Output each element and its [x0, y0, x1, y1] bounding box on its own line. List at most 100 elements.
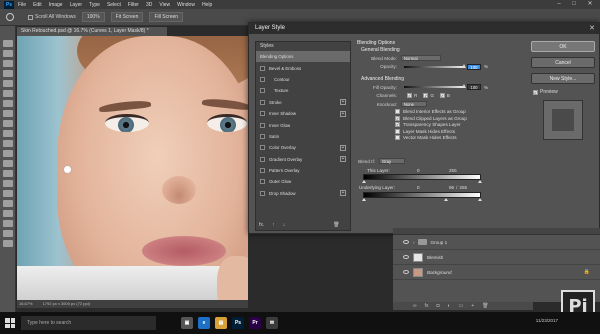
layer-name[interactable]: Background [427, 270, 452, 275]
blend-mode-select[interactable]: Normal [401, 55, 441, 62]
new-group-icon[interactable]: ▭ [459, 303, 464, 309]
style-item-color-overlay[interactable]: Color Overlay + [256, 142, 350, 153]
menu-type[interactable]: Type [89, 2, 100, 8]
add-style-plus-icon[interactable]: + [340, 110, 346, 117]
dialog-title-bar[interactable]: Layer Style ✕ [249, 23, 599, 34]
new-layer-icon[interactable]: + [471, 303, 474, 309]
history-brush-tool-icon[interactable] [2, 130, 13, 137]
move-tool-icon[interactable] [2, 40, 13, 47]
layer-row-blemish[interactable]: Blemish [393, 250, 600, 265]
taskbar-search[interactable]: Type here to search [21, 316, 156, 330]
style-item-inner-glow[interactable]: Inner Glow [256, 119, 350, 130]
minimize-icon[interactable]: – [552, 0, 566, 9]
styles-header[interactable]: Styles [256, 42, 350, 51]
dialog-close-icon[interactable]: ✕ [589, 23, 595, 34]
fill-screen-button[interactable]: Fill Screen [149, 12, 184, 22]
maximize-icon[interactable]: □ [567, 0, 581, 9]
add-style-plus-icon[interactable]: + [340, 190, 346, 197]
style-checkbox[interactable] [260, 145, 265, 151]
style-checkbox[interactable] [260, 133, 265, 139]
type-tool-icon[interactable] [2, 190, 13, 197]
style-item-bevel-emboss[interactable]: Bevel & Emboss [256, 62, 350, 73]
blend-option-checkbox[interactable] [395, 128, 400, 134]
fill-opacity-knob[interactable] [462, 84, 466, 89]
style-checkbox[interactable] [260, 190, 265, 196]
fill-opacity-input[interactable]: 100 [467, 84, 481, 91]
taskbar-app-icon[interactable]: ✉ [266, 317, 278, 329]
marquee-tool-icon[interactable] [2, 50, 13, 57]
zoom-level[interactable]: 16.67% [19, 300, 33, 308]
menu-layer[interactable]: Layer [70, 2, 83, 8]
taskbar-app-icon[interactable]: Pr [249, 317, 261, 329]
ok-button[interactable]: OK [531, 41, 595, 52]
menu-filter[interactable]: Filter [128, 2, 139, 8]
windows-start-icon[interactable] [5, 318, 15, 328]
style-checkbox[interactable] [260, 156, 265, 162]
document-tab[interactable]: Skin Retouched.psd @ 16.7% (Curves 1, La… [17, 27, 167, 36]
brush-tool-icon[interactable] [2, 110, 13, 117]
style-item-satin[interactable]: Satin [256, 131, 350, 142]
quick-select-tool-icon[interactable] [2, 70, 13, 77]
style-checkbox[interactable] [260, 88, 265, 94]
menu-file[interactable]: File [18, 2, 26, 8]
blend-option-checkbox[interactable] [395, 135, 400, 141]
lasso-tool-icon[interactable] [2, 60, 13, 67]
style-checkbox[interactable] [260, 168, 265, 174]
layer-name[interactable]: Blemish [427, 255, 443, 260]
close-window-icon[interactable]: ✕ [583, 0, 597, 9]
rectangle-tool-icon[interactable] [2, 210, 13, 217]
adjustment-icon[interactable]: ◐ [448, 303, 451, 309]
menu-3d[interactable]: 3D [146, 2, 152, 8]
style-item-gradient-overlay[interactable]: Gradient Overlay + [256, 154, 350, 165]
underlying-black-marker[interactable] [362, 198, 366, 201]
taskbar-app-icon[interactable]: e [198, 317, 210, 329]
style-checkbox[interactable] [260, 65, 265, 71]
style-item-pattern-overlay[interactable]: Pattern Overlay [256, 165, 350, 176]
menu-window[interactable]: Window [177, 2, 195, 8]
blend-option-checkbox[interactable] [395, 109, 400, 115]
channel-r-checkbox[interactable]: ✓ [407, 93, 412, 99]
knockout-select[interactable]: None [401, 101, 427, 108]
blend-option-checkbox[interactable]: ✓ [395, 115, 400, 121]
menu-image[interactable]: Image [49, 2, 63, 8]
fill-opacity-slider[interactable] [404, 84, 466, 89]
eyedropper-tool-icon[interactable] [2, 90, 13, 97]
eye-icon[interactable] [403, 255, 409, 259]
link-icon[interactable]: ∞ [413, 303, 417, 309]
gradient-tool-icon[interactable] [2, 150, 13, 157]
opacity-slider[interactable] [404, 63, 466, 68]
cancel-button[interactable]: Cancel [531, 57, 595, 68]
taskbar-app-icon[interactable]: Ps [232, 317, 244, 329]
blur-tool-icon[interactable] [2, 160, 13, 167]
this-layer-gradient[interactable] [362, 174, 482, 183]
hand-tool-icon[interactable] [2, 220, 13, 227]
add-style-plus-icon[interactable]: + [340, 156, 346, 163]
opacity-input[interactable]: 100 [467, 63, 481, 70]
style-item-inner-shadow[interactable]: Inner Shadow + [256, 108, 350, 119]
style-item-outer-glow[interactable]: Outer Glow [256, 176, 350, 187]
style-checkbox[interactable] [260, 111, 265, 117]
image-canvas[interactable] [17, 36, 248, 300]
opacity-knob[interactable] [462, 63, 466, 68]
channel-g-checkbox[interactable]: ✓ [423, 93, 429, 99]
zoom-tool-small-icon[interactable] [2, 230, 13, 237]
layer-row-group[interactable]: › Group 1 [393, 235, 600, 250]
menu-edit[interactable]: Edit [33, 2, 42, 8]
layer-row-background[interactable]: Background 🔒 [393, 265, 600, 280]
chevron-right-icon[interactable]: › [413, 240, 415, 245]
add-mask-icon[interactable]: ◘ [436, 303, 439, 309]
fit-screen-button[interactable]: Fit Screen [110, 12, 144, 22]
style-checkbox[interactable] [260, 76, 265, 82]
clone-stamp-tool-icon[interactable] [2, 120, 13, 127]
channel-b-checkbox[interactable]: ✓ [439, 93, 445, 99]
style-item-stroke[interactable]: Stroke + [256, 97, 350, 108]
style-checkbox[interactable] [260, 122, 265, 128]
taskbar-app-icon[interactable]: ▤ [215, 317, 227, 329]
fx-layer-icon[interactable]: fx [425, 303, 429, 309]
blend-if-select[interactable]: Gray [379, 158, 405, 164]
menu-help[interactable]: Help [202, 2, 212, 8]
add-style-plus-icon[interactable]: + [340, 144, 346, 151]
underlying-split-marker[interactable] [444, 198, 448, 201]
layer-name[interactable]: Group 1 [431, 240, 448, 245]
fx-icon[interactable]: fx. [259, 222, 264, 228]
